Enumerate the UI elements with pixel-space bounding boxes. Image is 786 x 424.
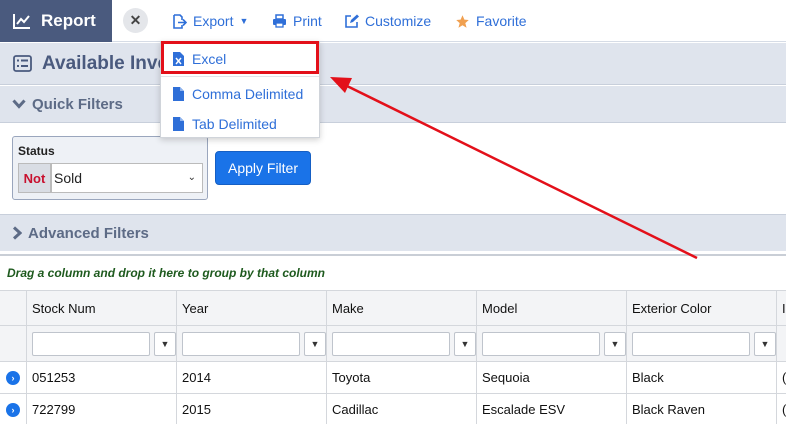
customize-label: Customize [365,13,432,29]
print-label: Print [293,13,322,29]
advanced-filters-label: Advanced Filters [28,224,149,242]
column-filter-input[interactable] [32,331,150,356]
advanced-filters-header[interactable]: Advanced Filters [0,214,786,251]
file-icon [173,87,184,101]
table-cell: 051253 [27,362,177,394]
table-cell: 2015 [177,394,327,424]
quick-filters-panel: Status Not Sold ⌄ Apply Filter [0,123,786,214]
customize-button[interactable]: Customize [344,0,431,42]
status-select[interactable]: Sold ⌄ [51,163,203,193]
chevron-down-icon: ⌄ [187,172,196,183]
column-filter-input[interactable] [482,331,600,356]
chevron-right-icon [12,226,22,240]
status-select-value: Sold [54,170,83,186]
table-cell: 722799 [27,394,177,424]
column-filter-input[interactable] [182,331,300,356]
table-row[interactable]: › 051253 2014 Toyota Sequoia Black ( [0,362,786,394]
export-button[interactable]: Export ▼ [172,0,248,42]
report-label: Report [41,11,96,30]
print-icon [273,14,286,28]
chevron-down-icon [12,99,26,109]
column-header[interactable]: Stock Num [27,291,177,326]
filter-dropdown-button[interactable]: ▼ [304,331,326,356]
table-cell: Escalade ESV [477,394,627,424]
table-cell: ( [777,362,786,394]
filter-cell: ▼ [177,326,327,362]
page-header: Available Inve [0,43,786,85]
table-cell: 2014 [177,362,327,394]
header-spacer [0,291,27,326]
chevron-right-icon: › [6,370,20,385]
menu-item-comma-delimited[interactable]: Comma Delimited [161,79,319,109]
close-button[interactable]: ✕ [123,8,148,33]
table-cell: ( [777,394,786,424]
table-cell: Sequoia [477,362,627,394]
close-icon: ✕ [129,12,142,28]
export-icon [173,13,187,29]
quick-filters-label: Quick Filters [32,95,123,113]
export-label: Export [193,13,234,29]
row-expander[interactable]: › [0,394,27,424]
filter-cell [777,326,786,362]
column-header[interactable]: I [777,291,786,326]
table-cell: Cadillac [327,394,477,424]
annotation-highlight-box [161,41,319,74]
page-title: Available Inve [42,52,169,74]
status-filter: Status Not Sold ⌄ [12,136,208,200]
filter-spacer [0,326,27,362]
not-toggle[interactable]: Not [18,163,51,193]
table-cell: Toyota [327,362,477,394]
table-cell: Black [627,362,777,394]
menu-divider [161,76,319,77]
filter-dropdown-button[interactable]: ▼ [604,331,626,356]
menu-item-label: Comma Delimited [192,86,304,102]
column-filter-input[interactable] [632,331,750,356]
grid-header-row: Stock Num Year Make Model Exterior Color… [0,290,786,326]
star-icon [456,14,469,28]
top-toolbar: Report ✕ Export ▼ Print Customize Favori… [0,0,786,42]
filter-cell: ▼ [327,326,477,362]
column-header[interactable]: Model [477,291,627,326]
file-icon [173,117,184,131]
group-panel[interactable]: Drag a column and drop it here to group … [0,254,786,290]
table-cell: Black Raven [627,394,777,424]
edit-icon [345,14,359,28]
quick-filters-header[interactable]: Quick Filters [0,86,786,123]
filter-dropdown-button[interactable]: ▼ [154,331,176,356]
column-header[interactable]: Year [177,291,327,326]
apply-filter-button[interactable]: Apply Filter [215,151,311,185]
filter-cell: ▼ [27,326,177,362]
filter-dropdown-button[interactable]: ▼ [454,331,476,356]
favorite-button[interactable]: Favorite [455,0,527,42]
row-expander[interactable]: › [0,362,27,394]
grid-filter-row: ▼ ▼ ▼ ▼ ▼ [0,326,786,362]
status-label: Status [18,144,55,158]
filter-cell: ▼ [627,326,777,362]
filter-cell: ▼ [477,326,627,362]
chevron-down-icon: ▼ [239,16,249,26]
chevron-right-icon: › [6,402,20,417]
column-filter-input[interactable] [332,331,450,356]
line-chart-icon [13,14,30,29]
report-tab[interactable]: Report [0,0,112,42]
menu-item-tab-delimited[interactable]: Tab Delimited [161,109,319,139]
filter-dropdown-button[interactable]: ▼ [754,331,776,356]
favorite-label: Favorite [476,13,527,29]
column-header[interactable]: Make [327,291,477,326]
menu-item-label: Tab Delimited [192,116,277,132]
table-row[interactable]: › 722799 2015 Cadillac Escalade ESV Blac… [0,394,786,424]
print-button[interactable]: Print [272,0,322,42]
list-icon [13,55,32,72]
column-header[interactable]: Exterior Color [627,291,777,326]
group-panel-text: Drag a column and drop it here to group … [7,266,326,280]
